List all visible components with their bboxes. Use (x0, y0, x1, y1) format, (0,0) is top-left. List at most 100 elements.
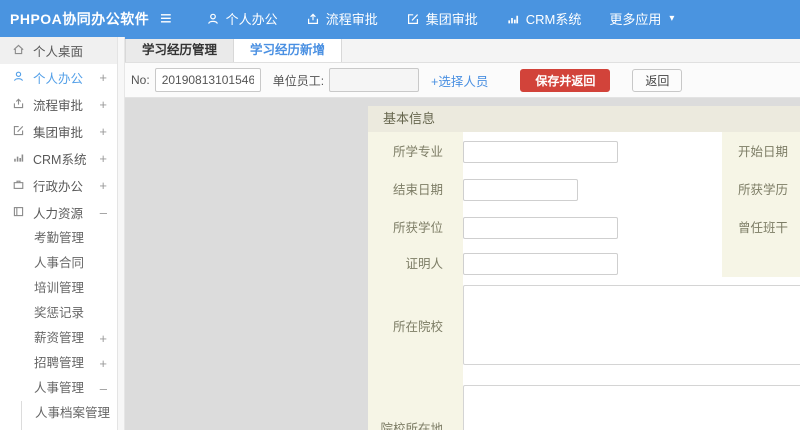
sidebar-item-group-approval[interactable]: 集团审批 + (0, 118, 117, 145)
book-icon (12, 205, 33, 221)
field-label-end-date: 结束日期 (392, 183, 443, 197)
app-window: PHPOA协同办公软件 ≡ 个人办公 流程审批 集团审批 CRM系统 更多应用 … (0, 0, 800, 430)
sidebar-item-label: 人事管理 (34, 381, 85, 395)
save-and-return-button[interactable]: 保存并返回 (520, 68, 611, 92)
sidebar-item-label: 人力资源 (33, 207, 84, 221)
sidebar-item-label: 培训管理 (34, 281, 85, 295)
app-title: PHPOA协同办公软件 (10, 10, 150, 27)
tab-study-history-new[interactable]: 学习经历新增 (234, 39, 343, 62)
sidebar-item-label: CRM系统 (33, 153, 87, 167)
expand-toggle[interactable]: + (99, 172, 107, 199)
top-nav: PHPOA协同办公软件 ≡ 个人办公 流程审批 集团审批 CRM系统 更多应用 … (0, 0, 800, 37)
personnel-submenu: 人事档案管理 证照管理 (21, 401, 117, 430)
sidebar-item-label: 集团审批 (33, 126, 84, 140)
basic-info-panel: 基本信息 所学专业 开始日期 结束日期 所获学历 所获学位 曾任班干 证明人 所… (368, 106, 800, 430)
nav-group-approval[interactable]: 集团审批 (406, 9, 478, 28)
sidebar-item-label: 招聘管理 (34, 356, 85, 370)
school-location-textarea[interactable] (463, 385, 800, 430)
form-body: 所学专业 开始日期 结束日期 所获学历 所获学位 曾任班干 证明人 所在院校 院… (368, 132, 800, 430)
sidebar-item-label: 奖惩记录 (34, 306, 85, 320)
person-icon (12, 70, 33, 86)
content-column: 学习经历管理 学习经历新增 No: 单位员工: +选择人员 保存并返回 返回 基… (125, 37, 800, 430)
sidebar-item-hr-contract[interactable]: 人事合同 (0, 251, 117, 276)
sidebar-item-workflow-approval[interactable]: 流程审批 + (0, 91, 117, 118)
expand-toggle[interactable]: + (99, 326, 107, 351)
nav-workflow-approval[interactable]: 流程审批 (306, 9, 378, 28)
caret-down-icon: ▾ (669, 13, 675, 24)
field-label-school: 所在院校 (392, 319, 443, 334)
expand-toggle[interactable]: + (99, 145, 107, 172)
sidebar-item-personal-office[interactable]: 个人办公 + (0, 64, 117, 91)
expand-toggle[interactable]: – (100, 376, 107, 401)
person-icon (206, 12, 220, 26)
sidebar-item-label: 人事档案管理 (35, 406, 111, 420)
tab-study-history-mgmt[interactable]: 学习经历管理 (125, 39, 235, 62)
employee-input[interactable] (329, 68, 420, 92)
expand-toggle[interactable]: – (100, 199, 107, 226)
home-icon (12, 43, 33, 59)
main-area: 个人桌面 个人办公 + 流程审批 + 集团审批 + CRM系统 + 行政办公 +… (0, 37, 800, 430)
edit-icon (406, 12, 420, 26)
form-toolbar: No: 单位员工: +选择人员 保存并返回 返回 (125, 63, 800, 98)
field-label-school-location: 院校所在地 (380, 422, 443, 430)
no-label: No: (131, 73, 150, 87)
nav-more-apps[interactable]: 更多应用 ▾ (609, 9, 674, 28)
sidebar-item-training-mgmt[interactable]: 培训管理 (0, 276, 117, 301)
sidebar-item-label: 人事合同 (34, 256, 85, 270)
field-label-start-date: 开始日期 (738, 145, 789, 159)
sidebar: 个人桌面 个人办公 + 流程审批 + 集团审批 + CRM系统 + 行政办公 +… (0, 37, 118, 430)
employee-label: 单位员工: (272, 73, 325, 88)
nav-label: 个人办公 (225, 12, 278, 27)
sidebar-item-certificate-mgmt[interactable]: 证照管理 (22, 425, 117, 430)
sidebar-item-reward-punishment[interactable]: 奖惩记录 (0, 301, 117, 326)
expand-toggle[interactable]: + (99, 118, 107, 145)
sidebar-item-label: 个人桌面 (33, 45, 84, 59)
end-date-input[interactable] (463, 179, 578, 201)
sidebar-item-label: 行政办公 (33, 180, 84, 194)
no-input[interactable] (154, 68, 261, 92)
sidebar-scrollbar[interactable] (118, 37, 125, 430)
top-nav-items: 个人办公 流程审批 集团审批 CRM系统 更多应用 ▾ (206, 9, 674, 28)
bar-chart-icon (506, 12, 520, 26)
sidebar-item-admin-office[interactable]: 行政办公 + (0, 172, 117, 199)
expand-toggle[interactable]: + (99, 91, 107, 118)
workflow-icon (306, 12, 320, 26)
workflow-icon (12, 97, 33, 113)
tab-bar: 学习经历管理 学习经历新增 (125, 37, 800, 63)
sidebar-item-personal-desktop[interactable]: 个人桌面 (0, 37, 117, 64)
field-label-class-cadre: 曾任班干 (738, 221, 789, 235)
sidebar-item-human-resources[interactable]: 人力资源 – (0, 199, 117, 226)
select-person-link[interactable]: +选择人员 (431, 71, 488, 90)
nav-label: 更多应用 (609, 12, 662, 27)
nav-label: CRM系统 (525, 12, 582, 27)
field-label-education: 所获学历 (738, 183, 789, 197)
expand-toggle[interactable]: + (99, 64, 107, 91)
nav-personal-office[interactable]: 个人办公 (206, 9, 278, 28)
back-button[interactable]: 返回 (632, 68, 683, 92)
section-title: 基本信息 (368, 106, 800, 132)
sidebar-item-label: 薪资管理 (34, 331, 85, 345)
expand-toggle[interactable]: + (99, 351, 107, 376)
school-textarea[interactable] (463, 285, 800, 365)
edit-icon (12, 124, 33, 140)
sidebar-item-crm-system[interactable]: CRM系统 + (0, 145, 117, 172)
sidebar-item-label: 考勤管理 (34, 231, 85, 245)
sidebar-item-label: 流程审批 (33, 99, 84, 113)
reference-input[interactable] (463, 253, 618, 275)
content-area: 基本信息 所学专业 开始日期 结束日期 所获学历 所获学位 曾任班干 证明人 所… (125, 98, 800, 430)
nav-crm-system[interactable]: CRM系统 (506, 9, 582, 28)
hamburger-icon[interactable]: ≡ (160, 9, 172, 29)
field-label-reference: 证明人 (405, 257, 443, 271)
sidebar-item-attendance-mgmt[interactable]: 考勤管理 (0, 226, 117, 251)
field-label-degree: 所获学位 (392, 221, 443, 235)
bar-chart-icon (12, 151, 33, 167)
sidebar-item-label: 个人办公 (33, 72, 84, 86)
sidebar-item-personnel-files[interactable]: 人事档案管理 (22, 401, 117, 425)
nav-label: 流程审批 (325, 12, 378, 27)
sidebar-item-recruit-mgmt[interactable]: 招聘管理 + (0, 351, 117, 376)
nav-label: 集团审批 (425, 12, 478, 27)
major-input[interactable] (463, 141, 618, 163)
sidebar-item-personnel-mgmt[interactable]: 人事管理 – (0, 376, 117, 401)
sidebar-item-salary-mgmt[interactable]: 薪资管理 + (0, 326, 117, 351)
degree-input[interactable] (463, 217, 618, 239)
